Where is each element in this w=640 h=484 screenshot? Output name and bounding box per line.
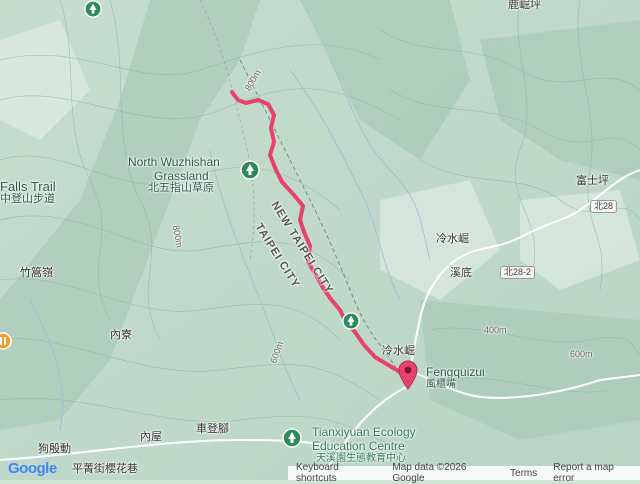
label-north-wuzhishan-en-2: Grassland (154, 169, 209, 183)
label-lulujiaoping: 鹿崛坪 (508, 0, 541, 11)
keyboard-shortcuts-link[interactable]: Keyboard shortcuts (288, 462, 384, 484)
label-lengshuikeng: 冷水崛 (436, 233, 469, 245)
label-tianxiyuan-2: Education Centre (312, 439, 405, 453)
label-north-wuzhishan-en: North Wuzhishan (128, 156, 220, 168)
label-chedengjiao: 車登腳 (196, 423, 229, 435)
label-neiwu: 內屋 (140, 431, 162, 443)
park-icon[interactable] (282, 428, 302, 448)
park-icon[interactable] (84, 0, 102, 18)
road-badge-north-28-2: 北28-2 (500, 266, 536, 279)
label-xidi: 溪底 (450, 267, 472, 279)
label-elevation-600m: 600m (570, 349, 593, 359)
label-lengshuikeng-2: 冷水崛 (382, 345, 415, 357)
label-fengquizui-zh: 風櫃嘴 (426, 379, 456, 390)
google-logo: Google (8, 460, 57, 477)
report-map-error-link[interactable]: Report a map error (545, 462, 640, 484)
label-zhugaoling: 竹篙嶺 (20, 267, 53, 279)
label-fengquizui-en: Fengquizui (426, 365, 485, 379)
label-elevation-400m: 400m (484, 325, 507, 335)
label-tianxiyuan-1: Tianxiyuan Ecology (312, 425, 416, 439)
label-north-wuzhishan-zh: 北五指山草原 (148, 182, 214, 194)
label-falls-trail-zh: 中登山步道 (0, 193, 55, 205)
attribution-bar: Keyboard shortcuts Map data ©2026 Google… (288, 462, 640, 484)
orange-poi-icon[interactable] (0, 332, 12, 350)
terrain-map[interactable] (0, 0, 640, 480)
label-goudiandong: 狗殷動 (38, 443, 71, 455)
label-neiliao: 內寮 (110, 329, 132, 341)
park-icon[interactable] (240, 160, 260, 180)
park-icon[interactable] (342, 312, 360, 330)
label-bottom-street: 平菁街櫻花巷 (72, 463, 138, 475)
road-badge-north-28: 北28 (590, 200, 618, 213)
terms-link[interactable]: Terms (502, 468, 545, 479)
label-falls-trail: Falls Trail (0, 179, 56, 194)
label-fushiping: 富士坪 (576, 175, 609, 187)
label-north-wuzhishan-line1: North Wuzhishan (128, 155, 220, 169)
destination-pin-icon[interactable] (398, 360, 418, 390)
map-data-text: Map data ©2026 Google (392, 462, 467, 484)
